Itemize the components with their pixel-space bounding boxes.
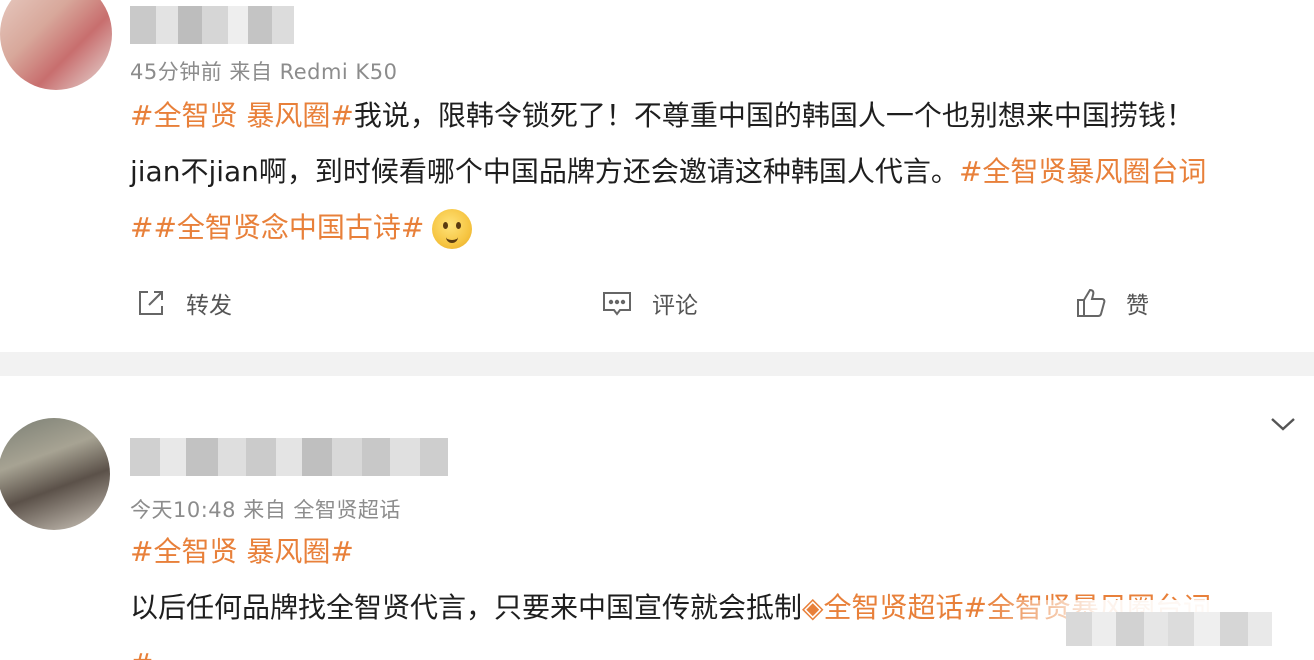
post-meta: 今天10:48 来自 全智贤超话 [130,498,401,522]
text-run: jian不jian啊，到时候看哪个中国品牌方还会邀请这种韩国人代言。 [130,155,959,188]
hashtag-link[interactable]: ##全智贤念中国古诗# [130,211,424,244]
text-run: 我说，限韩令锁死了！不尊重中国的韩国人一个也别想来中国捞钱！ [353,99,1194,132]
username-blurred[interactable] [130,6,294,44]
comment-label: 评论 [652,293,698,319]
text-line: ##全智贤念中国古诗# [130,200,1206,256]
forward-label: 转发 [186,293,232,319]
username-blurred[interactable] [130,438,448,476]
chevron-down-icon[interactable] [1270,416,1296,432]
text-run: 以后任何品牌找全智贤代言，只要来中国宣传就会抵制 [130,591,803,624]
hashtag-link[interactable]: #全智贤 暴风圈# [130,535,354,568]
forward-button[interactable]: 转发 [134,286,232,320]
hashtag-link[interactable]: # [130,647,153,660]
watermark-blurred [1066,612,1272,646]
action-bar: 转发 评论 赞 [0,286,1314,332]
post-meta: 45分钟前 来自 Redmi K50 [130,60,398,84]
comment-button[interactable]: 评论 [600,286,698,320]
comment-icon [603,292,631,316]
hashtag-link[interactable]: #全智贤 暴风圈# [130,99,354,132]
forward-icon [139,291,163,315]
emoji-icon [432,209,473,249]
like-button[interactable]: 赞 [1074,286,1149,320]
post-text: #全智贤 暴风圈#我说，限韩令锁死了！不尊重中国的韩国人一个也别想来中国捞钱！ … [130,88,1206,256]
hashtag-link[interactable]: #全智贤暴风圈台词 [959,155,1206,188]
post-card-1: 45分钟前 来自 Redmi K50 #全智贤 暴风圈#我说，限韩令锁死了！不尊… [0,0,1314,352]
post-divider [0,352,1314,376]
text-line: jian不jian啊，到时候看哪个中国品牌方还会邀请这种韩国人代言。#全智贤暴风… [130,144,1206,200]
avatar[interactable] [0,418,110,530]
text-line: #全智贤 暴风圈#我说，限韩令锁死了！不尊重中国的韩国人一个也别想来中国捞钱！ [130,88,1206,144]
avatar[interactable] [0,0,112,90]
like-label: 赞 [1126,293,1149,319]
like-icon [1077,288,1106,317]
text-line: #全智贤 暴风圈# [130,524,1211,580]
